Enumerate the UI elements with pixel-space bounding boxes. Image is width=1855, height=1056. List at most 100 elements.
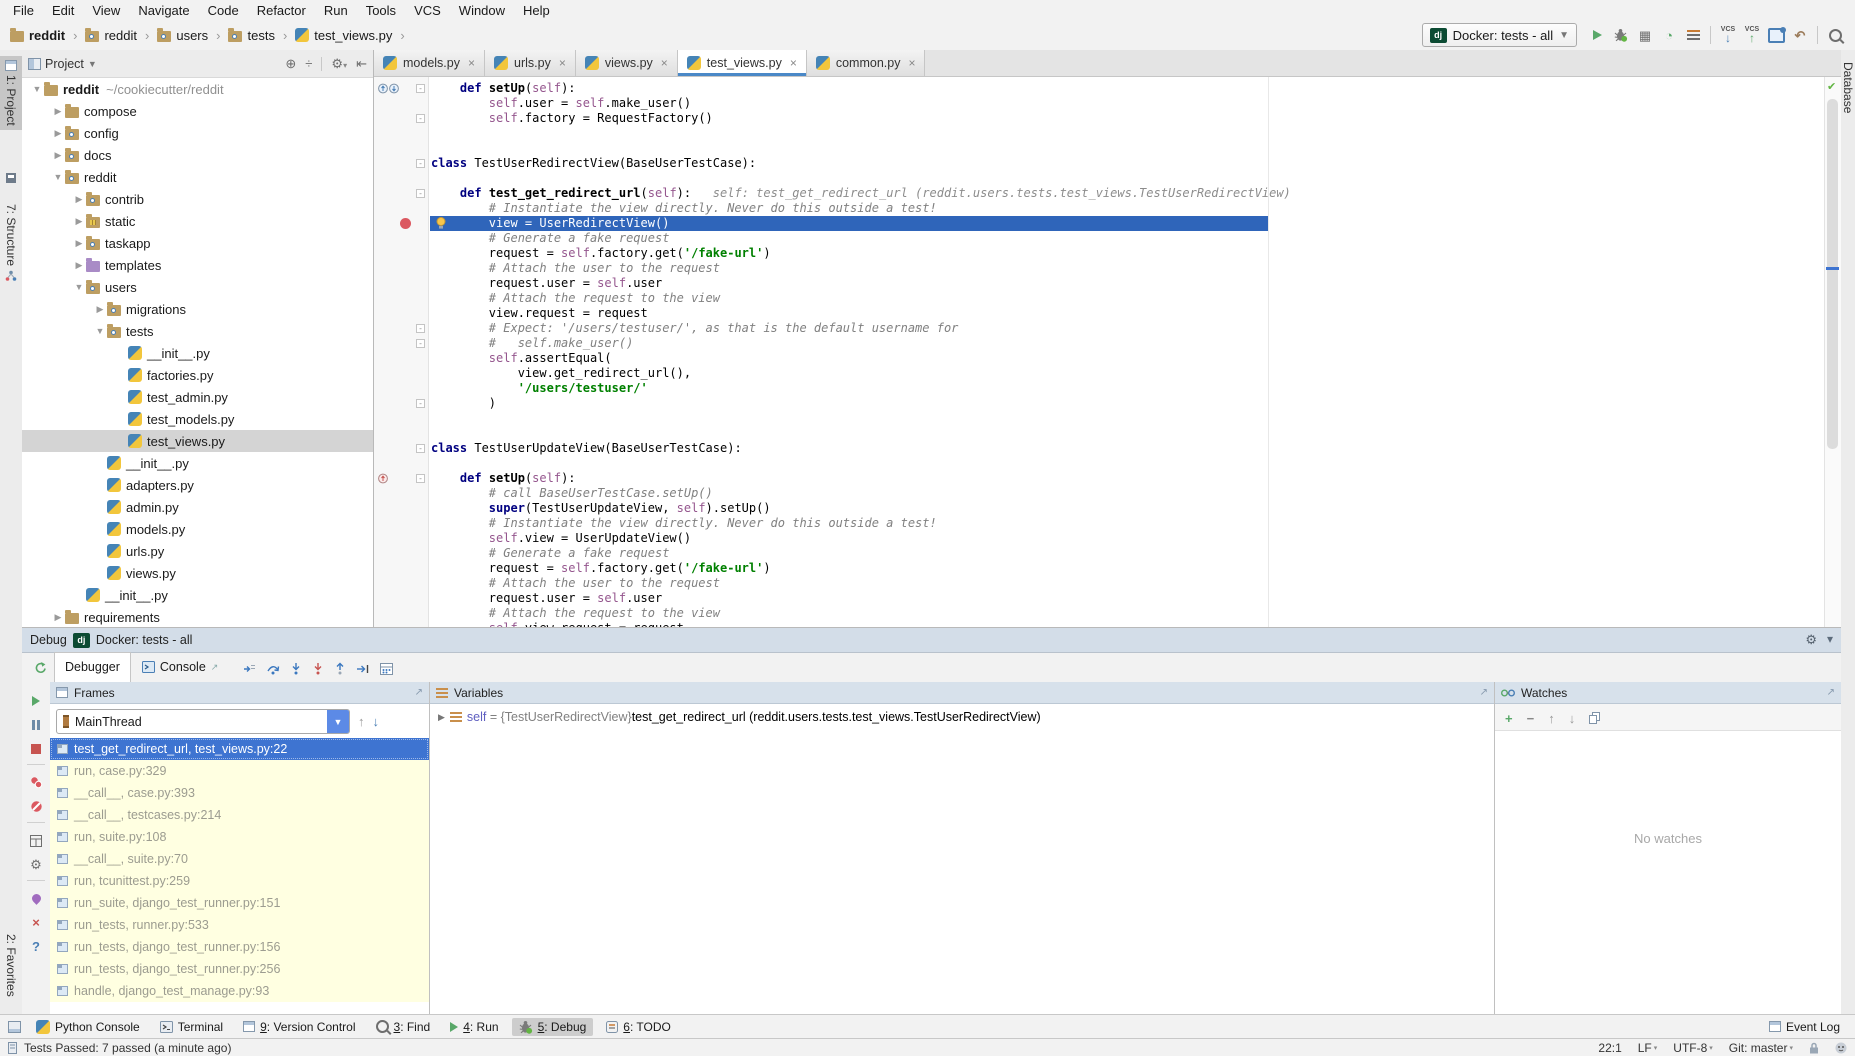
tree-item-contrib[interactable]: ▶contrib	[22, 188, 373, 210]
menu-edit[interactable]: Edit	[43, 2, 83, 19]
toolwindow-button-4-run[interactable]: 4: Run	[443, 1018, 505, 1036]
frame-down-icon[interactable]: ↓	[373, 715, 380, 728]
close-tab-icon[interactable]: ×	[559, 56, 566, 70]
close-tab-icon[interactable]: ×	[790, 56, 797, 70]
close-tab-icon[interactable]: ×	[908, 56, 915, 70]
debug-tab-console[interactable]: Console↗	[131, 652, 229, 683]
tree-item-config[interactable]: ▶config	[22, 122, 373, 144]
tree-item-urls.py[interactable]: urls.py	[22, 540, 373, 562]
menu-refactor[interactable]: Refactor	[248, 2, 315, 19]
vcs-commit-button[interactable]: VCS↑	[1740, 23, 1764, 47]
stack-frame[interactable]: run_tests, django_test_runner.py:256	[50, 958, 429, 980]
tree-item-__init__.py[interactable]: __init__.py	[22, 342, 373, 364]
tree-item-docs[interactable]: ▶docs	[22, 144, 373, 166]
tree-item-factories.py[interactable]: factories.py	[22, 364, 373, 386]
git-branch-widget[interactable]: Git: master▾	[1729, 1041, 1793, 1055]
toolstrip-project[interactable]: 1: Project	[0, 56, 22, 130]
run-dashboard-button[interactable]	[1681, 23, 1705, 47]
caret-position-widget[interactable]: 22:1	[1598, 1041, 1621, 1055]
tree-item-__init__.py[interactable]: __init__.py	[22, 452, 373, 474]
menu-help[interactable]: Help	[514, 2, 559, 19]
fold-marker-icon[interactable]: -	[416, 339, 425, 348]
tree-item-templates[interactable]: ▶templates	[22, 254, 373, 276]
status-message[interactable]: Tests Passed: 7 passed (a minute ago)	[24, 1041, 231, 1055]
breakpoint-icon[interactable]	[400, 218, 411, 229]
stack-frame[interactable]: __call__, suite.py:70	[50, 848, 429, 870]
menu-window[interactable]: Window	[450, 2, 514, 19]
tree-item-models.py[interactable]: models.py	[22, 518, 373, 540]
editor-tab-common.py[interactable]: common.py×	[807, 50, 926, 76]
tree-item-test_admin.py[interactable]: test_admin.py	[22, 386, 373, 408]
toolwindow-button-python-console[interactable]: Python Console	[29, 1018, 147, 1036]
fold-marker-icon[interactable]: -	[416, 324, 425, 333]
stack-frame[interactable]: run_tests, runner.py:533	[50, 914, 429, 936]
run-config-dropdown[interactable]: dj Docker: tests - all ▼	[1422, 23, 1577, 47]
profiler-button[interactable]: ◔	[1657, 23, 1681, 47]
gear-icon[interactable]: ⚙▾	[331, 56, 347, 72]
evaluate-expression-button[interactable]	[380, 660, 393, 675]
expand-icon[interactable]: ▶	[438, 712, 445, 723]
menu-code[interactable]: Code	[199, 2, 248, 19]
chevron-closed-icon[interactable]: ▶	[51, 106, 65, 117]
line-separator-widget[interactable]: LF▾	[1638, 1041, 1658, 1055]
menu-tools[interactable]: Tools	[357, 2, 405, 19]
rerun-icon[interactable]	[34, 661, 48, 675]
thread-selector[interactable]: MainThread ▼	[56, 709, 350, 734]
editor-tab-views.py[interactable]: views.py×	[576, 50, 678, 76]
stop-button[interactable]	[31, 740, 41, 755]
chevron-open-icon[interactable]: ▼	[93, 326, 107, 336]
close-button[interactable]: ×	[32, 914, 40, 929]
tree-item-test_models.py[interactable]: test_models.py	[22, 408, 373, 430]
stack-frame[interactable]: run_suite, django_test_runner.py:151	[50, 892, 429, 914]
stack-frame[interactable]: test_get_redirect_url, test_views.py:22	[50, 738, 429, 760]
collapse-all-icon[interactable]: ÷	[305, 56, 312, 71]
copy-watch-button[interactable]	[1589, 710, 1600, 725]
breadcrumb-tests[interactable]: tests	[226, 27, 276, 44]
tree-item-taskapp[interactable]: ▶taskapp	[22, 232, 373, 254]
step-over-button[interactable]	[266, 660, 280, 675]
close-tab-icon[interactable]: ×	[661, 56, 668, 70]
chevron-open-icon[interactable]: ▼	[51, 172, 65, 182]
toolwindow-button-3-find[interactable]: 3: Find	[369, 1018, 438, 1036]
stack-frame[interactable]: run, suite.py:108	[50, 826, 429, 848]
fold-marker-icon[interactable]: -	[416, 189, 425, 198]
tree-item-reddit[interactable]: ▼reddit	[22, 166, 373, 188]
hide-panel-icon[interactable]: ⇤	[356, 56, 367, 72]
step-out-button[interactable]	[334, 660, 346, 675]
resume-button[interactable]	[32, 692, 40, 707]
tree-item-compose[interactable]: ▶compose	[22, 100, 373, 122]
pin-button[interactable]	[32, 890, 41, 905]
pause-button[interactable]	[32, 716, 40, 731]
event-log-button[interactable]: Event Log	[1762, 1018, 1847, 1036]
breadcrumb-users[interactable]: users	[155, 27, 210, 44]
chevron-closed-icon[interactable]: ▶	[51, 612, 65, 623]
rollback-button[interactable]: ↶	[1788, 23, 1812, 47]
tree-item-tests[interactable]: ▼tests	[22, 320, 373, 342]
project-panel-title[interactable]: Project	[45, 57, 84, 71]
move-up-button[interactable]: ↑	[1548, 709, 1555, 724]
show-execution-point-button[interactable]	[243, 660, 256, 675]
lock-icon[interactable]	[1809, 1042, 1819, 1054]
close-tab-icon[interactable]: ×	[468, 56, 475, 70]
stack-frame[interactable]: __call__, testcases.py:214	[50, 804, 429, 826]
editor-scrollbar[interactable]: ✔	[1824, 77, 1841, 627]
toolwindow-toggle-icon[interactable]	[8, 1021, 21, 1033]
step-into-my-code-button[interactable]	[312, 660, 324, 675]
chevron-open-icon[interactable]: ▼	[72, 282, 86, 292]
chevron-open-icon[interactable]: ▼	[30, 84, 44, 94]
tree-item-requirements[interactable]: ▶requirements	[22, 606, 373, 627]
tree-item-admin.py[interactable]: admin.py	[22, 496, 373, 518]
fold-marker-icon[interactable]: -	[416, 84, 425, 93]
bookmark-icon[interactable]	[0, 168, 22, 188]
stack-frame[interactable]: run, case.py:329	[50, 760, 429, 782]
chevron-closed-icon[interactable]: ▶	[72, 216, 86, 227]
step-into-button[interactable]	[290, 660, 302, 675]
toolwindow-button-6-todo[interactable]: 6: TODO	[599, 1018, 678, 1036]
encoding-widget[interactable]: UTF-8▾	[1673, 1041, 1713, 1055]
breadcrumb-reddit[interactable]: reddit	[8, 27, 67, 44]
chevron-down-icon[interactable]: ▼	[88, 59, 97, 69]
editor-tab-models.py[interactable]: models.py×	[374, 50, 485, 76]
fold-marker-icon[interactable]: -	[416, 114, 425, 123]
variable-row[interactable]: ▶ self = {TestUserRedirectView}test_get_…	[430, 704, 1494, 730]
hector-icon[interactable]	[1835, 1042, 1847, 1054]
